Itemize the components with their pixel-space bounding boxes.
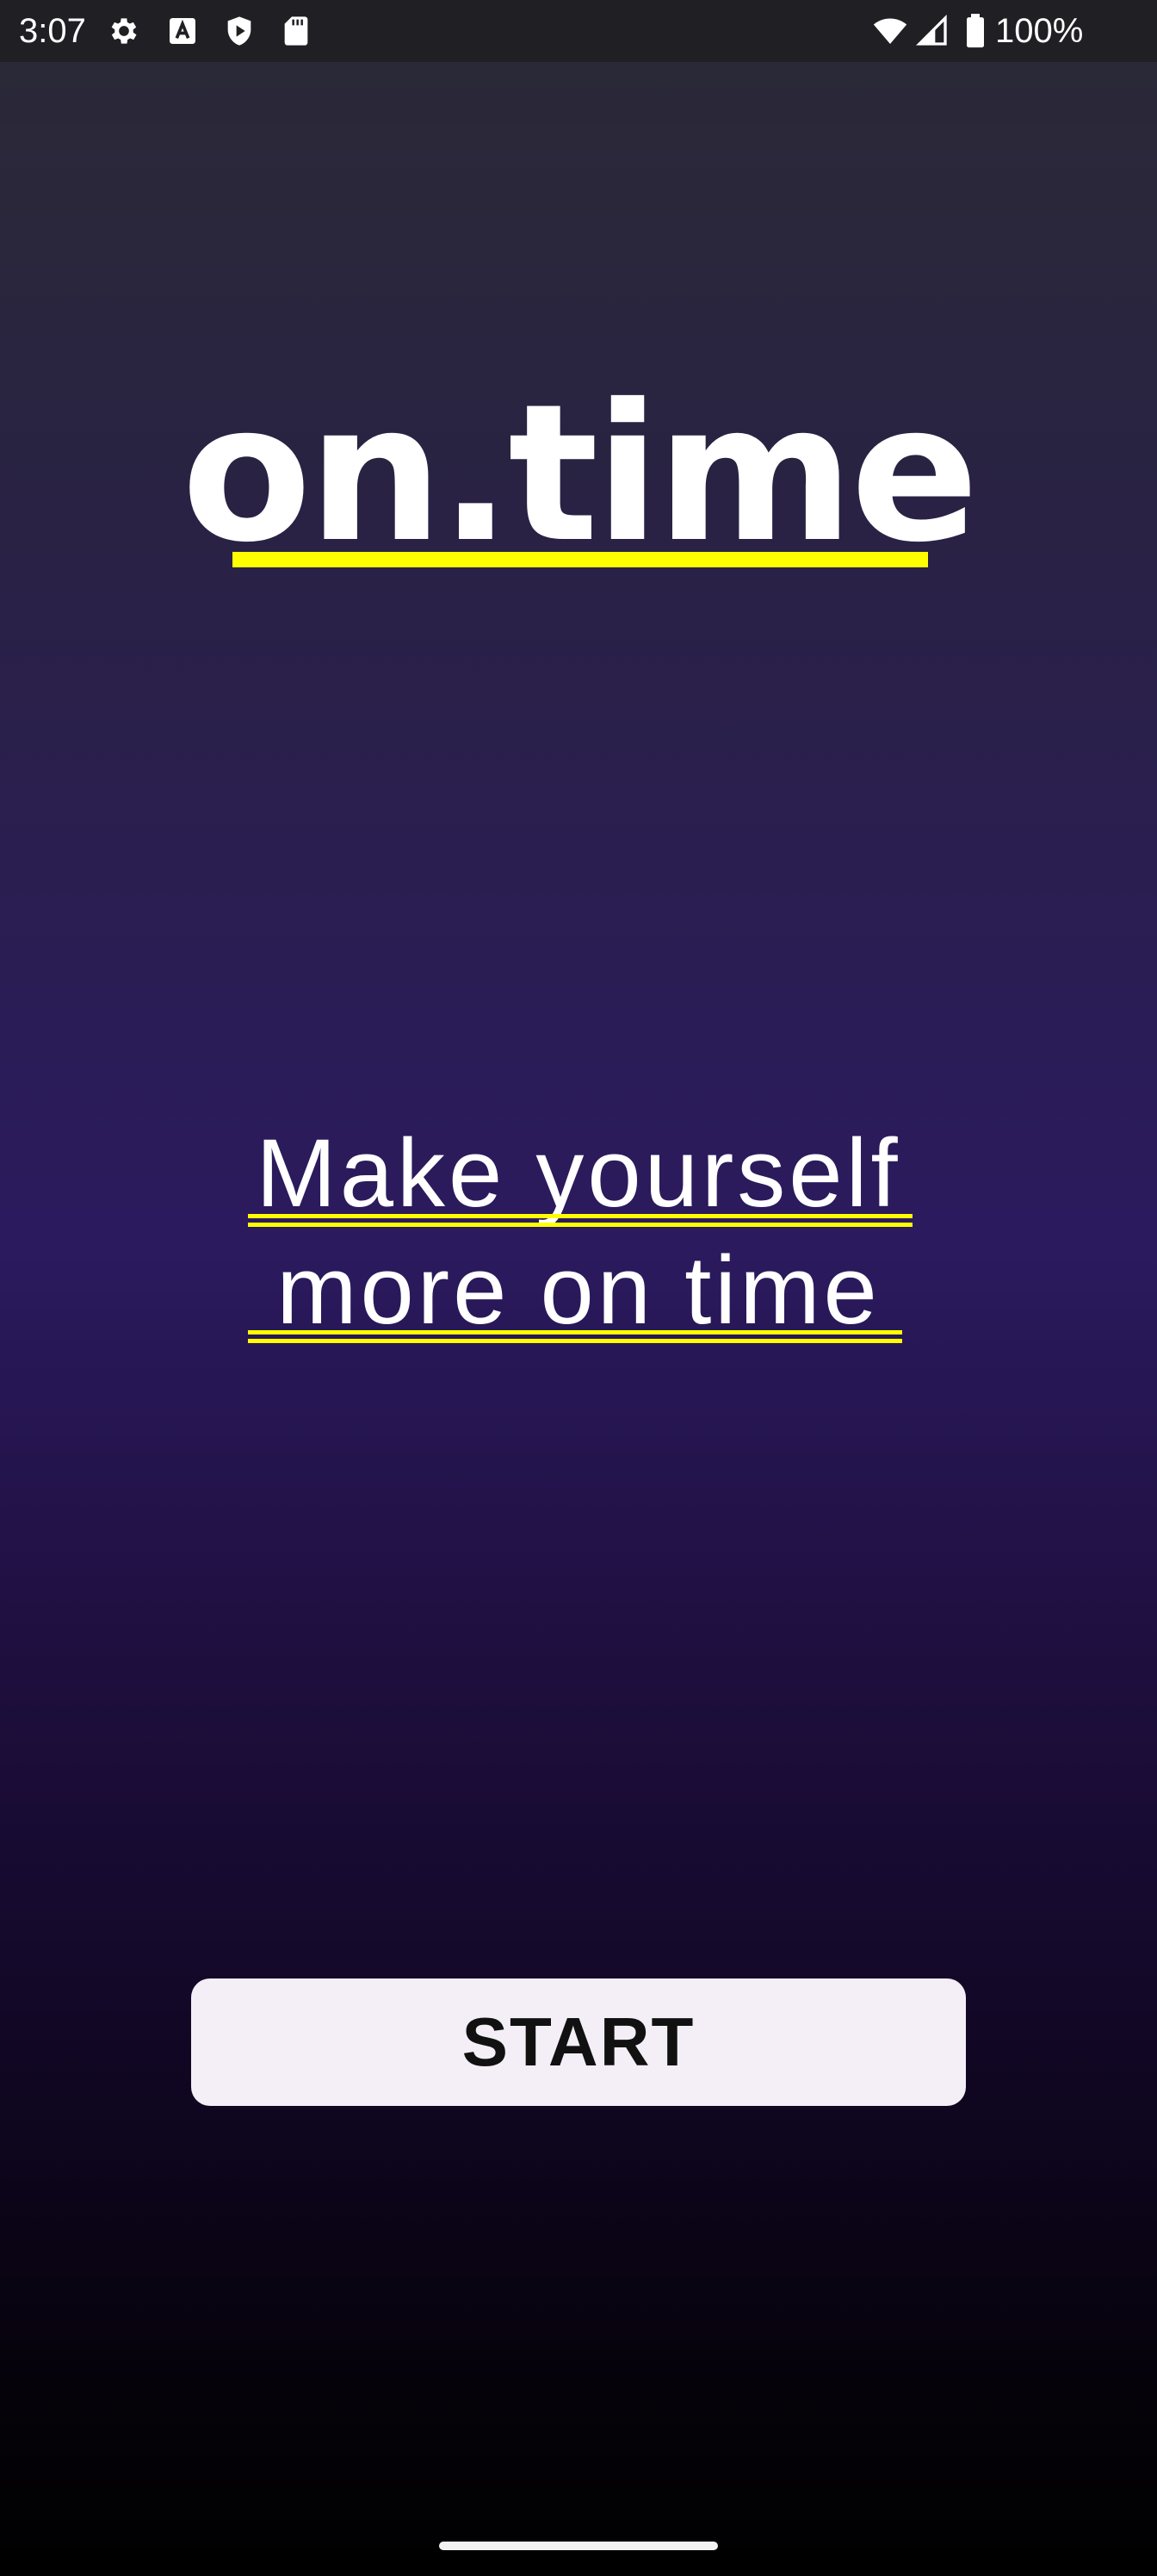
start-button[interactable]: START xyxy=(191,1978,966,2106)
a-box-icon xyxy=(165,14,200,48)
title-underline xyxy=(232,552,928,567)
shield-play-icon xyxy=(222,14,257,48)
battery-icon xyxy=(962,14,988,48)
tagline-underline-1a xyxy=(248,1214,913,1218)
app-title: on.time xyxy=(181,363,979,584)
tagline-underline-2a xyxy=(248,1330,902,1334)
sd-card-icon xyxy=(279,14,313,48)
status-bar: 3:07 100% xyxy=(0,0,1157,62)
status-time: 3:07 xyxy=(19,12,86,50)
tagline-line-1: Make yourself xyxy=(256,1119,901,1227)
battery-percent: 100% xyxy=(995,12,1084,50)
signal-icon xyxy=(914,14,950,48)
gesture-nav-bar[interactable] xyxy=(439,2542,718,2550)
tagline-underline-1b xyxy=(248,1223,913,1227)
gear-icon xyxy=(107,14,141,48)
wifi-icon xyxy=(869,14,911,48)
tagline-underline-2b xyxy=(248,1339,902,1343)
